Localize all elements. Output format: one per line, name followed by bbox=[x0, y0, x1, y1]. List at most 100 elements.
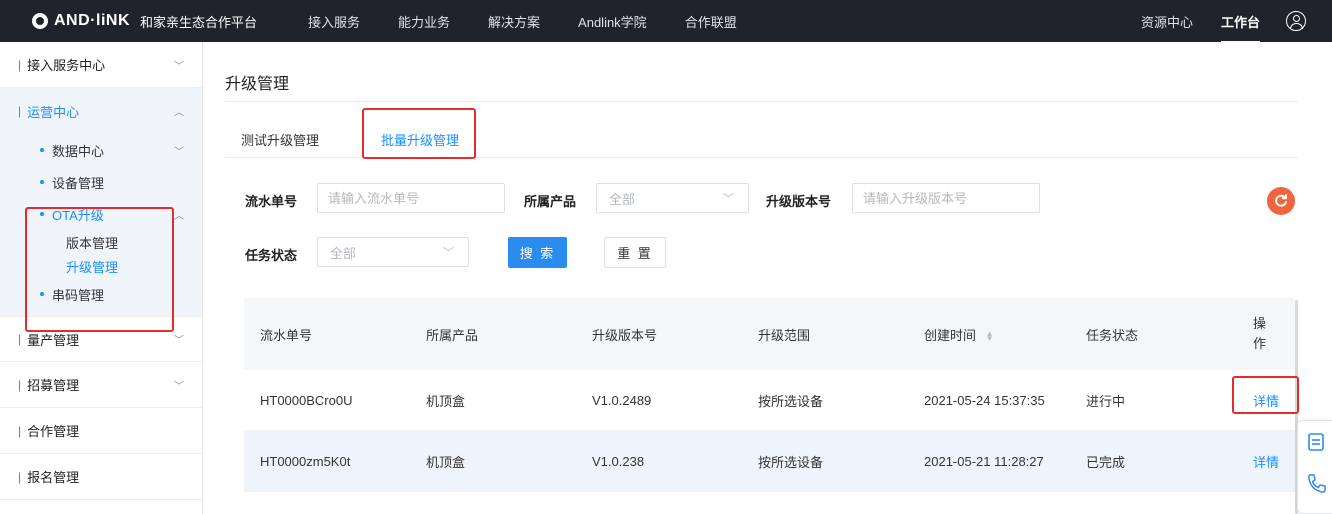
main-content: 升级管理 测试升级管理 批量升级管理 流水单号 所属产品 全部 ﹀ 升级版本号 … bbox=[203, 42, 1332, 514]
product-select-value: 全部 bbox=[609, 191, 636, 207]
cell-scope: 按所选设备 bbox=[758, 454, 824, 470]
cell-scope: 按所选设备 bbox=[758, 393, 824, 409]
chevron-up-icon: ︿ bbox=[174, 210, 184, 222]
sidebar-item-label: OTA升级 bbox=[52, 207, 104, 223]
feedback-button[interactable] bbox=[1298, 421, 1332, 463]
col-header-version: 升级版本号 bbox=[592, 327, 658, 343]
cell-created: 2021-05-24 15:37:35 bbox=[924, 392, 1045, 408]
status-select[interactable]: 全部 ﹀ bbox=[317, 237, 469, 267]
chevron-down-icon: ﹀ bbox=[443, 247, 454, 259]
group-marker-icon: | bbox=[18, 423, 22, 438]
sidebar-group-mass[interactable]: | 量产管理 ﹀ bbox=[0, 316, 202, 362]
nav-item-access[interactable]: 接入服务 bbox=[308, 12, 360, 31]
cell-serial: HT0000BCro0U bbox=[260, 392, 353, 408]
cell-status: 进行中 bbox=[1086, 393, 1126, 409]
sidebar-item-serial-mgmt[interactable]: 串码管理 bbox=[0, 278, 202, 310]
cell-created: 2021-05-21 11:28:27 bbox=[924, 453, 1044, 469]
group-marker-icon: | bbox=[18, 377, 22, 392]
table-row: HT0000zm5K0t 机顶盒 V1.0.238 按所选设备 2021-05-… bbox=[244, 431, 1295, 492]
main-nav: 接入服务 能力业务 解决方案 Andlink学院 合作联盟 bbox=[308, 12, 775, 31]
nav-right: 资源中心 工作台 bbox=[1141, 11, 1306, 43]
sidebar-group-signup[interactable]: | 报名管理 bbox=[0, 454, 202, 500]
chevron-down-icon: ﹀ bbox=[174, 381, 184, 392]
sidebar-item-device-mgmt[interactable]: 设备管理 bbox=[0, 166, 202, 198]
phone-icon bbox=[1307, 474, 1326, 493]
floating-toolbar bbox=[1297, 420, 1332, 514]
col-header-created-label: 创建时间 bbox=[924, 327, 977, 343]
col-header-product: 所属产品 bbox=[426, 327, 479, 343]
search-button[interactable]: 搜 索 bbox=[508, 237, 567, 268]
group-marker-icon: | bbox=[18, 104, 22, 118]
cell-version: V1.0.238 bbox=[592, 453, 645, 469]
table-header: 流水单号 所属产品 升级版本号 升级范围 创建时间 ▲ ▼ 任务状态 操作 bbox=[244, 298, 1295, 370]
col-header-created[interactable]: 创建时间 ▲ ▼ bbox=[924, 325, 994, 344]
col-header-status: 任务状态 bbox=[1086, 327, 1139, 343]
upgrade-table: 流水单号 所属产品 升级版本号 升级范围 创建时间 ▲ ▼ 任务状态 操作 HT0… bbox=[244, 298, 1295, 492]
sidebar-group-label: 报名管理 bbox=[27, 470, 80, 485]
serial-label: 流水单号 bbox=[245, 194, 298, 209]
resource-center-link[interactable]: 资源中心 bbox=[1141, 12, 1193, 31]
sidebar-item-version-mgmt[interactable]: 版本管理 bbox=[0, 230, 202, 254]
status-select-value: 全部 bbox=[330, 245, 357, 261]
platform-name: 和家亲生态合作平台 bbox=[140, 14, 258, 30]
user-avatar-icon[interactable] bbox=[1286, 11, 1306, 31]
serial-input[interactable] bbox=[317, 183, 505, 213]
sidebar-item-label: 串码管理 bbox=[52, 287, 105, 303]
sidebar-item-data-center[interactable]: 数据中心 ﹀ bbox=[0, 134, 202, 166]
cell-version: V1.0.2489 bbox=[592, 392, 652, 408]
group-marker-icon: | bbox=[18, 332, 22, 346]
detail-link[interactable]: 详情 bbox=[1253, 452, 1279, 471]
tab-test-upgrade[interactable]: 测试升级管理 bbox=[241, 130, 319, 149]
nav-item-alliance[interactable]: 合作联盟 bbox=[685, 12, 737, 31]
version-input[interactable] bbox=[852, 183, 1040, 213]
bullet-icon bbox=[40, 212, 44, 216]
detail-link[interactable]: 详情 bbox=[1253, 391, 1279, 410]
sidebar-group-label: 招募管理 bbox=[27, 378, 80, 393]
bullet-icon bbox=[40, 292, 44, 296]
refresh-button[interactable] bbox=[1267, 187, 1295, 215]
sidebar-group-access[interactable]: | 接入服务中心 ﹀ bbox=[0, 42, 202, 88]
nav-item-solutions[interactable]: 解决方案 bbox=[488, 12, 540, 31]
sidebar-item-label: 数据中心 bbox=[52, 143, 105, 159]
sidebar-group-label: 运营中心 bbox=[27, 104, 80, 120]
sidebar-group-recruit[interactable]: | 招募管理 ﹀ bbox=[0, 362, 202, 408]
document-icon bbox=[1307, 433, 1324, 451]
ops-submenu: 数据中心 ﹀ 设备管理 OTA升级 ︿ 版本管理 升级管理 串码管理 bbox=[0, 134, 202, 316]
product-select[interactable]: 全部 ﹀ bbox=[596, 183, 749, 213]
reset-button[interactable]: 重 置 bbox=[604, 237, 666, 268]
sidebar: | 接入服务中心 ﹀ | 运营中心 ︿ 数据中心 ﹀ 设备管理 OTA升级 ︿ … bbox=[0, 42, 203, 514]
sidebar-group-ops[interactable]: | 运营中心 ︿ bbox=[0, 88, 202, 134]
tab-bar: 测试升级管理 批量升级管理 bbox=[225, 102, 1298, 158]
chevron-down-icon: ﹀ bbox=[174, 146, 184, 158]
brand-logo[interactable]: AND·liNK 和家亲生态合作平台 bbox=[32, 12, 282, 31]
chevron-up-icon: ︿ bbox=[174, 107, 184, 119]
chevron-down-icon: ﹀ bbox=[723, 193, 734, 205]
product-label: 所属产品 bbox=[524, 194, 577, 209]
cell-serial: HT0000zm5K0t bbox=[260, 453, 351, 469]
refresh-icon bbox=[1275, 194, 1287, 207]
tab-batch-upgrade[interactable]: 批量升级管理 bbox=[381, 130, 459, 149]
bullet-icon bbox=[40, 148, 44, 152]
sidebar-group-coop[interactable]: | 合作管理 bbox=[0, 408, 202, 454]
cell-product: 机顶盒 bbox=[426, 393, 466, 409]
contact-button[interactable] bbox=[1298, 463, 1332, 505]
logo-icon bbox=[32, 13, 48, 29]
workbench-link[interactable]: 工作台 bbox=[1220, 12, 1261, 43]
page-title: 升级管理 bbox=[225, 76, 290, 93]
sidebar-item-ota[interactable]: OTA升级 ︿ bbox=[0, 198, 202, 230]
chevron-down-icon: ﹀ bbox=[174, 335, 184, 347]
sidebar-item-upgrade-mgmt[interactable]: 升级管理 bbox=[0, 254, 202, 278]
version-label: 升级版本号 bbox=[766, 194, 832, 209]
sort-icon[interactable]: ▲ ▼ bbox=[986, 330, 994, 343]
col-header-serial: 流水单号 bbox=[260, 327, 313, 343]
group-marker-icon: | bbox=[18, 469, 22, 484]
sidebar-group-label: 量产管理 bbox=[27, 332, 80, 348]
bullet-icon bbox=[40, 180, 44, 184]
nav-item-capability[interactable]: 能力业务 bbox=[398, 12, 450, 31]
nav-item-academy[interactable]: Andlink学院 bbox=[578, 12, 647, 31]
cell-status: 已完成 bbox=[1086, 454, 1126, 470]
sidebar-item-label: 设备管理 bbox=[52, 175, 105, 191]
top-navbar: AND·liNK 和家亲生态合作平台 接入服务 能力业务 解决方案 Andlin… bbox=[0, 0, 1332, 43]
sidebar-group-label: 接入服务中心 bbox=[27, 58, 106, 73]
logo-text: AND·liNK bbox=[54, 12, 130, 29]
